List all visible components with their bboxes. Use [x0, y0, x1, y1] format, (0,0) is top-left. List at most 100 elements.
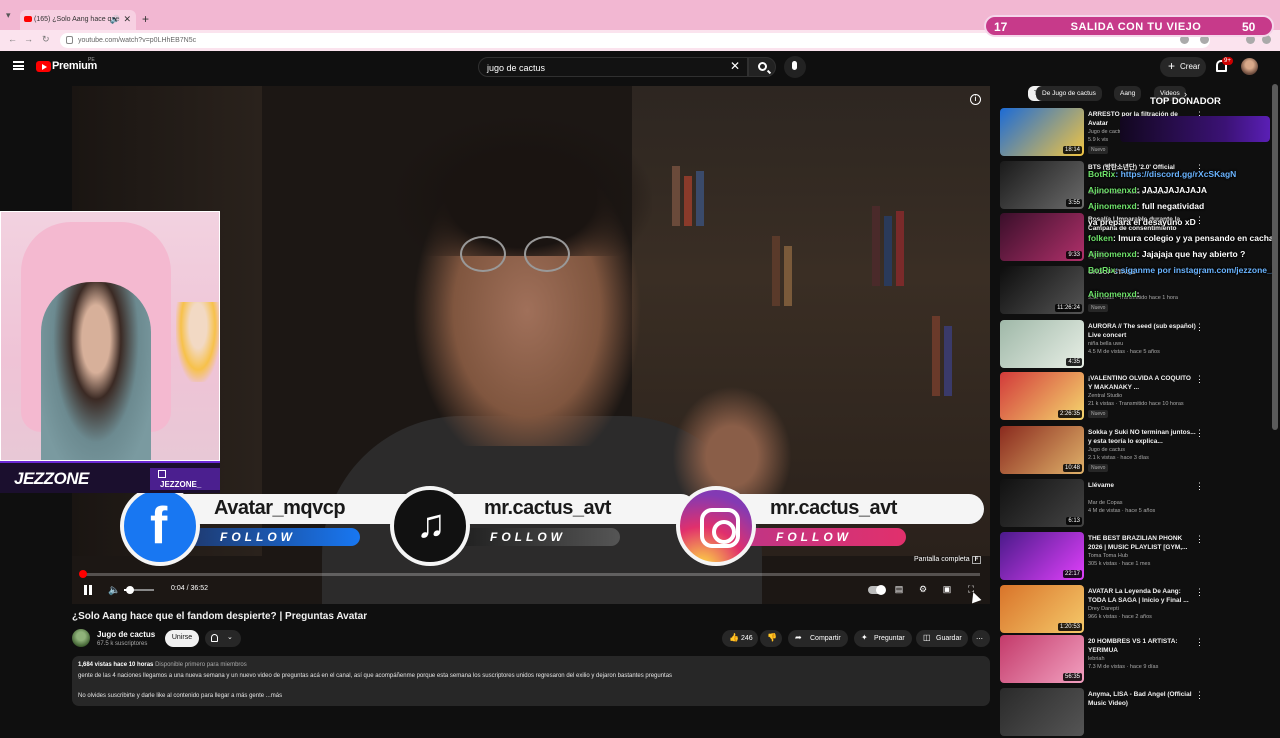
view-count: 4 M de vistas · hace 5 años: [1088, 508, 1156, 514]
more-options-icon[interactable]: ⋮: [1195, 587, 1204, 598]
video-thumbnail[interactable]: 3:55: [1000, 161, 1084, 209]
twitch-name: JEZZONE_: [160, 480, 202, 489]
channel-name: Drey Darepti: [1088, 606, 1119, 612]
description-box[interactable]: 1,684 vistas hace 10 horas Disponible pr…: [72, 656, 990, 706]
chip-jugo-de-cactus[interactable]: De Jugo de cactus: [1036, 86, 1102, 101]
save-button[interactable]: ◫ Guardar: [916, 630, 968, 647]
video-thumbnail[interactable]: 2:26:35: [1000, 372, 1084, 420]
new-tab-button[interactable]: +: [142, 12, 149, 26]
dislike-button[interactable]: 👎: [760, 630, 782, 647]
video-duration: 10:48: [1062, 464, 1082, 472]
chat-message: Ajinomenxd: JAJAJAJAJAJA: [1088, 185, 1207, 195]
volume-knob[interactable]: [126, 586, 134, 594]
account-avatar[interactable]: [1241, 58, 1258, 75]
progress-bar[interactable]: [78, 570, 980, 578]
channel-name: Mar de Copas: [1088, 500, 1123, 506]
back-icon[interactable]: ←: [8, 34, 17, 44]
video-thumbnail[interactable]: 11:26:24: [1000, 266, 1084, 314]
reload-icon[interactable]: ↻: [42, 34, 50, 45]
clear-search-icon[interactable]: ✕: [730, 59, 740, 73]
more-options-icon[interactable]: ⋮: [1195, 481, 1204, 492]
recommended-video[interactable]: 6:13 Llévame Mar de Copas 4 M de vistas · h…: [1000, 479, 1270, 529]
tab-search-icon[interactable]: ▾: [6, 10, 16, 20]
page-scrollbar[interactable]: [1272, 84, 1278, 430]
info-icon[interactable]: i: [970, 94, 981, 105]
aang-figurine: [176, 302, 219, 382]
thumbs-down-icon: 👎: [767, 633, 777, 642]
volume-icon[interactable]: 🔈: [108, 585, 120, 596]
video-thumbnail[interactable]: 18:14: [1000, 108, 1084, 156]
channel-avatar[interactable]: [72, 629, 90, 647]
more-options-icon[interactable]: ⋮: [1195, 534, 1204, 545]
more-options-icon[interactable]: ⋮: [1195, 374, 1204, 385]
description-line-1: gente de las 4 naciones llegamos a una n…: [78, 673, 673, 679]
chat-message: ya prepara el desayuno xD: [1088, 217, 1196, 227]
more-actions-button[interactable]: ⋯: [972, 630, 990, 647]
create-button[interactable]: + Crear: [1160, 57, 1206, 77]
chat-username: Ajinomenxd: [1088, 289, 1137, 299]
video-duration: 22:17: [1062, 570, 1082, 578]
progress-scrubber[interactable]: [78, 570, 87, 578]
join-button[interactable]: Unirse: [165, 630, 199, 647]
voice-search-mic-icon[interactable]: [784, 56, 806, 78]
recommended-video[interactable]: 56:35 20 HOMBRES VS 1 ARTISTA: YERIMUA leb…: [1000, 635, 1270, 685]
ask-button[interactable]: ✦ Preguntar: [854, 630, 912, 647]
video-title[interactable]: AURORA // The seed (sub español) Live co…: [1088, 322, 1196, 340]
like-button[interactable]: 👍 246: [722, 630, 758, 647]
video-thumbnail[interactable]: 9:33: [1000, 213, 1084, 261]
more-options-icon[interactable]: ⋮: [1195, 428, 1204, 439]
share-button[interactable]: ➦ Compartir: [788, 630, 848, 647]
more-options-icon[interactable]: ⋮: [1195, 690, 1204, 701]
video-title[interactable]: Anyma, LISA - Bad Angel (Official Music …: [1088, 690, 1196, 708]
audio-playing-icon[interactable]: 🔊: [110, 15, 120, 24]
video-title[interactable]: Sokka y Suki NO terminan juntos... y est…: [1088, 428, 1196, 446]
video-thumbnail[interactable]: 6:13: [1000, 479, 1084, 527]
chip-aang[interactable]: Aang: [1114, 86, 1142, 101]
share-icon: ➦: [795, 633, 802, 642]
video-thumbnail[interactable]: [1000, 688, 1084, 736]
channel-name[interactable]: Jugo de cactus: [97, 630, 155, 639]
search-button[interactable]: [748, 57, 776, 77]
chat-text: : full negatividad: [1136, 201, 1205, 211]
settings-gear-icon[interactable]: ⚙: [916, 584, 930, 596]
video-title[interactable]: 20 HOMBRES VS 1 ARTISTA: YERIMUA: [1088, 637, 1196, 655]
channel-name: lebriah: [1088, 656, 1105, 662]
video-thumbnail[interactable]: 4:35: [1000, 320, 1084, 368]
recommended-video[interactable]: Anyma, LISA - Bad Angel (Official Music …: [1000, 688, 1270, 738]
more-options-icon[interactable]: ⋮: [1195, 637, 1204, 648]
video-title[interactable]: ¡VALENTINO OLVIDA A COQUITO Y MAKANAKY .…: [1088, 374, 1196, 392]
search-input[interactable]: jugo de cactus: [478, 57, 748, 77]
video-host-glasses: [460, 236, 506, 272]
autoplay-toggle[interactable]: [868, 585, 886, 595]
recommended-video[interactable]: 10:48 Sokka y Suki NO terminan juntos... …: [1000, 426, 1270, 476]
instagram-icon: [676, 486, 756, 566]
browser-tab[interactable]: (165) ¿Solo Aang hace que 🔊 ✕: [20, 10, 136, 30]
close-tab-icon[interactable]: ✕: [123, 14, 131, 25]
forward-icon[interactable]: →: [24, 34, 33, 44]
recommended-video[interactable]: 4:35 AURORA // The seed (sub español) Liv…: [1000, 320, 1270, 370]
site-info-icon[interactable]: [66, 36, 73, 44]
pause-icon[interactable]: [84, 585, 92, 595]
video-thumbnail[interactable]: 56:35: [1000, 635, 1084, 683]
recommended-video[interactable]: 22:17 THE BEST BRAZILIAN PHONK 2026 | MUS…: [1000, 532, 1270, 582]
more-options-icon[interactable]: ⋮: [1195, 322, 1204, 333]
chat-message: Ajinomenxd:: [1088, 289, 1140, 299]
video-title[interactable]: AVATAR La Leyenda De Aang: TODA LA SAGA …: [1088, 587, 1196, 605]
miniplayer-icon[interactable]: ▣: [940, 584, 954, 596]
hamburger-menu-icon[interactable]: [13, 61, 24, 70]
new-badge: Nuevo: [1088, 146, 1109, 154]
video-thumbnail[interactable]: 1:20:53: [1000, 585, 1084, 633]
subscriber-count: 67.5 k suscriptores: [97, 641, 148, 647]
video-thumbnail[interactable]: 22:17: [1000, 532, 1084, 580]
recommended-video[interactable]: 1:20:53 AVATAR La Leyenda De Aang: TODA L…: [1000, 585, 1270, 635]
video-duration: 18:14: [1062, 146, 1082, 154]
webcam-name-bar: JEZZONE JEZZONE_: [0, 461, 220, 493]
video-title[interactable]: THE BEST BRAZILIAN PHONK 2026 | MUSIC PL…: [1088, 534, 1196, 552]
video-thumbnail[interactable]: 10:48: [1000, 426, 1084, 474]
recommended-video[interactable]: 2:26:35 ¡VALENTINO OLVIDA A COQUITO Y MAK…: [1000, 372, 1270, 422]
subscription-bell-button[interactable]: ⌄: [205, 630, 241, 647]
volume-slider[interactable]: [124, 586, 154, 594]
subtitles-icon[interactable]: ▤: [892, 584, 906, 596]
video-title[interactable]: Llévame: [1088, 481, 1196, 490]
url-text: youtube.com/watch?v=p0LHhEB7N5c: [78, 37, 197, 44]
